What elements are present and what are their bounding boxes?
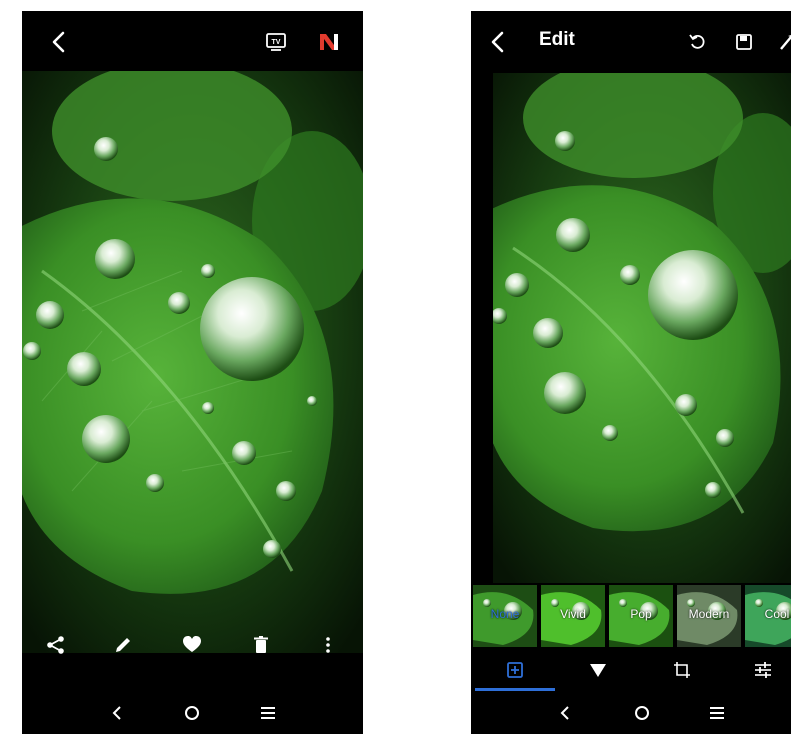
delete-button[interactable] [244, 628, 278, 662]
home-nav-icon [635, 706, 649, 720]
tool-frames[interactable] [485, 649, 545, 691]
save-icon[interactable] [735, 33, 753, 51]
editor-photo-image [493, 73, 791, 583]
menu-nav-icon [261, 707, 275, 719]
share-button[interactable] [39, 628, 73, 662]
tool-crop-rotate[interactable] [652, 649, 712, 691]
system-nav-bar [22, 692, 363, 734]
nav-home-button[interactable] [178, 701, 206, 725]
more-options-button[interactable] [311, 628, 345, 662]
tool-adjust[interactable] [733, 649, 791, 691]
frame-add-icon [507, 662, 523, 678]
filter-label: Cool [764, 607, 790, 621]
filter-strip: None Vivid Pop Modern Cool [471, 583, 791, 649]
crop-rotate-icon [674, 662, 690, 678]
nav-home-button[interactable] [628, 701, 656, 725]
active-tool-indicator [475, 688, 555, 691]
filter-triangle-icon [590, 664, 606, 677]
back-nav-icon [560, 706, 569, 720]
edit-button[interactable] [106, 628, 140, 662]
filter-thumb-pop[interactable]: Pop [609, 585, 673, 647]
edit-tool-bar [471, 649, 791, 691]
more-vert-icon [326, 637, 330, 653]
home-nav-icon [185, 706, 199, 720]
share-icon [47, 636, 64, 654]
back-nav-icon [112, 706, 121, 720]
svg-text:TV: TV [272, 39, 281, 46]
adjust-sliders-icon [755, 662, 771, 678]
trash-icon [254, 636, 268, 653]
tool-filters[interactable] [568, 649, 628, 691]
back-arrow-icon[interactable] [50, 31, 68, 53]
filter-thumb-cool[interactable]: Cool [745, 585, 791, 647]
favorite-button[interactable] [175, 628, 209, 662]
filter-thumb-modern[interactable]: Modern [677, 585, 741, 647]
editor-screen: Edit None Vivid Pop Modern Cool [471, 11, 791, 734]
back-arrow-icon[interactable] [489, 31, 507, 53]
viewer-action-bar [22, 628, 363, 662]
nav-back-button[interactable] [551, 701, 579, 725]
menu-nav-icon [710, 707, 724, 719]
heart-icon [183, 636, 201, 652]
filter-thumb-vivid[interactable]: Vivid [541, 585, 605, 647]
filter-label: Vivid [560, 607, 586, 621]
nav-menu-button[interactable] [254, 701, 282, 725]
viewer-screen: TV [22, 11, 363, 734]
undo-icon[interactable] [689, 33, 707, 51]
system-nav-bar [471, 692, 791, 734]
filter-label: None [490, 607, 520, 621]
nav-menu-button[interactable] [703, 701, 731, 725]
viewer-top-bar: TV [22, 11, 363, 71]
photo-image [22, 71, 363, 653]
tv-cast-icon[interactable]: TV [266, 33, 286, 51]
pencil-edit-icon [116, 638, 130, 652]
editor-title: Edit [539, 29, 575, 50]
app-logo-icon[interactable] [318, 32, 340, 52]
filter-label: Modern [688, 607, 730, 621]
filter-label: Pop [630, 607, 652, 621]
filter-thumb-none[interactable]: None [473, 585, 537, 647]
nav-back-button[interactable] [103, 701, 131, 725]
magic-wand-icon[interactable] [779, 31, 791, 51]
editor-top-bar: Edit [471, 11, 791, 71]
